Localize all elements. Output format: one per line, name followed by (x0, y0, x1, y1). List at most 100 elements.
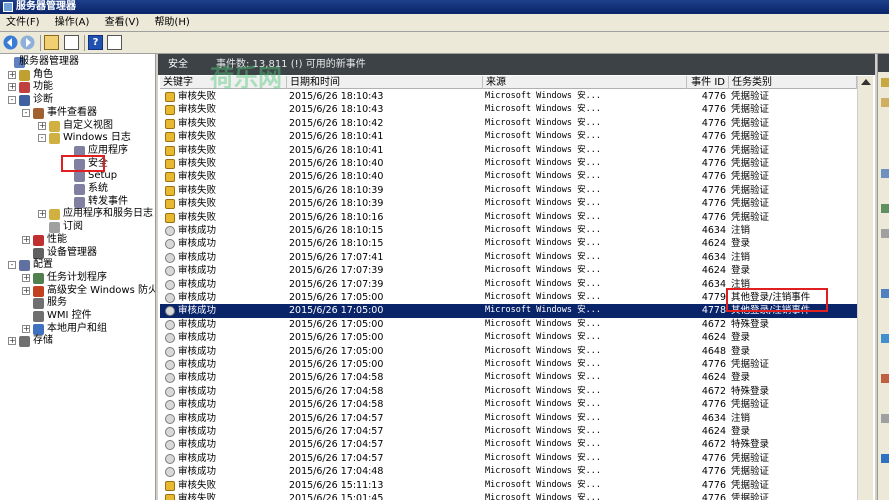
forward-arrow-icon[interactable] (20, 35, 35, 50)
event-row[interactable]: 审核成功 2015/6/26 17:05:00 Microsoft Windows … (160, 331, 857, 344)
event-properties-icon[interactable] (881, 334, 889, 343)
show-hide-tree-icon[interactable] (64, 35, 79, 50)
tree-item[interactable]: 系统 (0, 183, 155, 196)
expand-icon[interactable]: + (8, 83, 16, 92)
cell-datetime: 2015/6/26 18:10:43 (289, 91, 384, 102)
expand-icon[interactable]: + (38, 121, 46, 130)
event-row[interactable]: 审核失败 2015/6/26 18:10:43 Microsoft Windows … (160, 90, 857, 103)
event-row[interactable]: 审核失败 2015/6/26 15:01:45 Microsoft Windows … (160, 492, 857, 500)
tree-node-icon (33, 285, 44, 297)
event-row[interactable]: 审核成功 2015/6/26 18:10:15 Microsoft Windows … (160, 237, 857, 250)
tree-item[interactable]: WMI 控件 (0, 310, 155, 323)
col-task-category[interactable]: 任务类别 (729, 76, 857, 89)
refresh-icon[interactable] (881, 414, 889, 423)
show-action-pane-icon[interactable] (107, 35, 122, 50)
tree-item[interactable]: 设备管理器 (0, 247, 155, 260)
create-view-icon[interactable] (881, 98, 889, 107)
event-row[interactable]: 审核成功 2015/6/26 17:04:57 Microsoft Windows … (160, 438, 857, 451)
cell-keyword: 审核成功 (178, 412, 217, 424)
collapse-icon[interactable]: - (22, 108, 30, 117)
event-row[interactable]: 审核失败 2015/6/26 18:10:40 Microsoft Windows … (160, 157, 857, 170)
event-row[interactable]: 审核失败 2015/6/26 18:10:40 Microsoft Windows … (160, 170, 857, 183)
tree-item[interactable]: - 诊断 (0, 94, 155, 107)
tree-item[interactable]: 订阅 (0, 221, 155, 234)
tree-item[interactable]: + 存储 (0, 335, 155, 348)
event-row[interactable]: 审核失败 2015/6/26 18:10:41 Microsoft Windows … (160, 144, 857, 157)
event-row[interactable]: 审核成功 2015/6/26 17:04:57 Microsoft Windows … (160, 452, 857, 465)
tree-item[interactable]: + 高级安全 Windows 防火墙 (0, 285, 155, 298)
event-row[interactable]: 审核失败 2015/6/26 18:10:39 Microsoft Windows … (160, 184, 857, 197)
tree-item[interactable]: + 任务计划程序 (0, 272, 155, 285)
expand-icon[interactable]: + (8, 70, 16, 79)
tree-item[interactable]: 服务 (0, 297, 155, 310)
tree-item[interactable]: 转发事件 (0, 196, 155, 209)
event-row[interactable]: 审核失败 2015/6/26 15:11:13 Microsoft Windows … (160, 479, 857, 492)
help-icon[interactable]: ? (88, 35, 103, 50)
back-arrow-icon[interactable] (3, 35, 18, 50)
save-icon[interactable] (881, 229, 889, 238)
event-row[interactable]: 审核成功 2015/6/26 17:07:39 Microsoft Windows … (160, 264, 857, 277)
expand-icon[interactable]: + (22, 235, 30, 244)
event-row[interactable]: 审核成功 2015/6/26 17:04:57 Microsoft Windows … (160, 425, 857, 438)
event-row[interactable]: 审核成功 2015/6/26 17:04:58 Microsoft Windows … (160, 398, 857, 411)
tree-item[interactable]: + 角色 (0, 69, 155, 82)
help-action-icon[interactable] (881, 454, 889, 463)
event-row[interactable]: 审核失败 2015/6/26 18:10:43 Microsoft Windows … (160, 103, 857, 116)
tree-item-label: 订阅 (63, 221, 83, 233)
cell-source: Microsoft Windows 安... (485, 426, 601, 436)
menu-action[interactable]: 操作(A) (49, 14, 96, 32)
expand-icon[interactable]: + (8, 337, 16, 346)
cell-keyword: 审核成功 (178, 251, 217, 263)
tree-item[interactable]: + 性能 (0, 234, 155, 247)
tree-item[interactable]: + 功能 (0, 81, 155, 94)
event-row[interactable]: 审核成功 2015/6/26 17:04:57 Microsoft Windows … (160, 412, 857, 425)
up-folder-icon[interactable] (44, 35, 59, 50)
menu-view[interactable]: 查看(V) (99, 14, 146, 32)
menu-help[interactable]: 帮助(H) (148, 14, 195, 32)
event-row[interactable]: 审核成功 2015/6/26 17:04:58 Microsoft Windows … (160, 385, 857, 398)
collapse-icon[interactable]: - (38, 134, 46, 143)
menu-file[interactable]: 文件(F) (0, 14, 46, 32)
filter-icon[interactable] (881, 169, 889, 178)
event-row[interactable]: 审核成功 2015/6/26 17:05:00 Microsoft Windows … (160, 345, 857, 358)
event-row[interactable]: 审核成功 2015/6/26 17:04:48 Microsoft Windows … (160, 465, 857, 478)
collapse-icon[interactable]: - (8, 261, 16, 270)
expand-icon[interactable]: + (22, 273, 30, 282)
open-log-icon[interactable] (881, 78, 889, 87)
tree-item[interactable]: 服务器管理器 (0, 56, 155, 69)
audit-success-key-icon (165, 360, 175, 370)
expand-icon[interactable]: + (22, 286, 30, 295)
event-row[interactable]: 审核失败 2015/6/26 18:10:39 Microsoft Windows … (160, 197, 857, 210)
col-source[interactable]: 来源 (483, 76, 687, 89)
expand-icon[interactable]: + (38, 210, 46, 219)
event-row[interactable]: 审核失败 2015/6/26 18:10:16 Microsoft Windows … (160, 211, 857, 224)
event-row[interactable]: 审核成功 2015/6/26 17:04:58 Microsoft Windows … (160, 371, 857, 384)
collapse-icon[interactable]: - (8, 96, 16, 105)
tree-item[interactable]: - Windows 日志 (0, 132, 155, 145)
find-icon[interactable] (881, 204, 889, 213)
scroll-up-icon[interactable] (861, 79, 871, 85)
vertical-scrollbar[interactable] (857, 76, 873, 500)
col-event-id[interactable]: 事件 ID (687, 76, 729, 89)
event-row[interactable]: 审核成功 2015/6/26 17:07:41 Microsoft Windows … (160, 251, 857, 264)
cell-keyword: 审核成功 (178, 292, 217, 303)
tree-item[interactable]: + 应用程序和服务日志 (0, 208, 155, 221)
attach-task-icon[interactable] (881, 289, 889, 298)
expand-icon[interactable]: + (22, 324, 30, 333)
tree-item[interactable]: + 自定义视图 (0, 120, 155, 133)
event-row[interactable]: 审核成功 2015/6/26 18:10:15 Microsoft Windows … (160, 224, 857, 237)
tree-item[interactable]: + 本地用户和组 (0, 323, 155, 336)
event-row[interactable]: 审核失败 2015/6/26 18:10:41 Microsoft Windows … (160, 130, 857, 143)
tree-item[interactable]: - 事件查看器 (0, 107, 155, 120)
tree-item[interactable]: Setup (0, 170, 155, 183)
cell-keyword: 审核失败 (178, 91, 217, 102)
cell-keyword: 审核成功 (178, 238, 217, 250)
event-row[interactable]: 审核成功 2015/6/26 17:05:00 Microsoft Windows … (160, 358, 857, 371)
copy-icon[interactable] (881, 374, 889, 383)
event-row[interactable]: 审核成功 2015/6/26 17:05:00 Microsoft Windows … (160, 318, 857, 331)
cell-datetime: 2015/6/26 17:04:57 (289, 452, 384, 464)
audit-failure-lock-icon (165, 118, 175, 129)
event-row[interactable]: 审核失败 2015/6/26 18:10:42 Microsoft Windows … (160, 117, 857, 130)
tree-item[interactable]: - 配置 (0, 259, 155, 272)
tree-item-label: 功能 (33, 81, 53, 93)
